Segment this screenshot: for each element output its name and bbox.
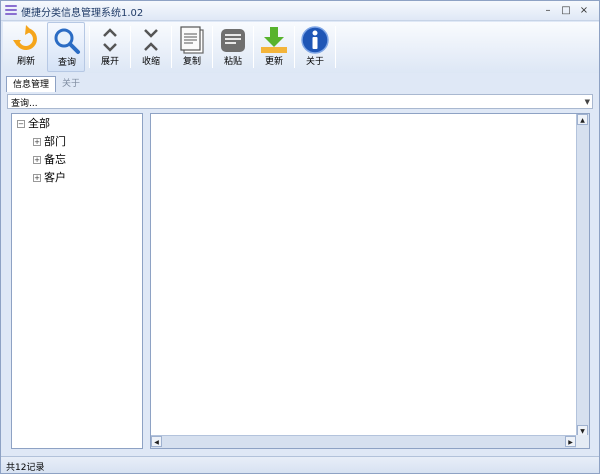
vertical-scrollbar[interactable]: ▲ ▼ bbox=[576, 114, 589, 436]
tree-node-customer[interactable]: + 客户 bbox=[33, 170, 66, 186]
tree-node-label: 部门 bbox=[44, 135, 66, 148]
window-title: 便捷分类信息管理系统1.02 bbox=[21, 8, 144, 19]
expand-button[interactable]: 展开 bbox=[91, 22, 129, 72]
scroll-left-icon[interactable]: ◀ bbox=[151, 436, 162, 447]
update-button[interactable]: 更新 bbox=[255, 22, 293, 72]
paste-label: 粘贴 bbox=[223, 57, 242, 67]
tree-node-label: 全部 bbox=[28, 117, 50, 130]
refresh-label: 刷新 bbox=[16, 57, 35, 67]
scrollbar-corner bbox=[576, 435, 589, 448]
copy-label: 复制 bbox=[182, 57, 201, 67]
tree-node-department[interactable]: + 部门 bbox=[33, 134, 66, 150]
scroll-right-icon[interactable]: ▶ bbox=[565, 436, 576, 447]
tree-node-label: 备忘 bbox=[44, 153, 66, 166]
expand-node-icon[interactable]: + bbox=[33, 138, 41, 146]
content-area[interactable]: ▲ ▼ ◀ ▶ bbox=[150, 113, 590, 449]
restore-button[interactable]: □ bbox=[557, 3, 575, 18]
tree-node-label: 客户 bbox=[44, 171, 66, 184]
category-tree[interactable]: − 全部 + 部门 + 备忘 + 客户 bbox=[11, 113, 143, 449]
dropdown-arrow-icon[interactable]: ▼ bbox=[585, 95, 590, 109]
about-button[interactable]: 关于 bbox=[296, 22, 334, 72]
collapse-icon bbox=[144, 29, 158, 51]
query-button[interactable]: 查询 bbox=[47, 22, 85, 72]
tab-about[interactable]: 关于 bbox=[56, 76, 86, 92]
query-label: 查询 bbox=[57, 58, 76, 68]
update-label: 更新 bbox=[264, 57, 283, 67]
minimize-button[interactable]: – bbox=[539, 3, 557, 18]
expand-node-icon[interactable]: + bbox=[33, 156, 41, 164]
title-bar[interactable]: 便捷分类信息管理系统1.02 – □ × bbox=[1, 1, 599, 21]
tab-strip: 信息管理 关于 bbox=[6, 76, 86, 92]
collapse-node-icon[interactable]: − bbox=[17, 120, 25, 128]
search-input[interactable]: 查询... bbox=[11, 96, 38, 109]
app-window: 便捷分类信息管理系统1.02 – □ × 刷新 查询 展开 收缩 复制 粘贴 更… bbox=[0, 0, 600, 474]
status-bar: 共12记录 bbox=[1, 456, 599, 473]
refresh-button[interactable]: 刷新 bbox=[7, 22, 45, 72]
expand-node-icon[interactable]: + bbox=[33, 174, 41, 182]
toolbar: 刷新 查询 展开 收缩 复制 粘贴 更新 关于 bbox=[3, 22, 599, 73]
app-icon bbox=[5, 5, 17, 17]
about-label: 关于 bbox=[305, 57, 324, 67]
expand-label: 展开 bbox=[100, 57, 119, 67]
tree-node-memo[interactable]: + 备忘 bbox=[33, 152, 66, 168]
search-icon bbox=[54, 28, 80, 54]
close-button[interactable]: × bbox=[575, 3, 593, 18]
info-icon bbox=[301, 26, 329, 54]
paste-button[interactable]: 粘贴 bbox=[214, 22, 252, 72]
search-dropdown[interactable]: 查询... ▼ bbox=[7, 94, 593, 109]
scroll-up-icon[interactable]: ▲ bbox=[577, 114, 588, 125]
paste-icon bbox=[221, 29, 245, 52]
download-icon bbox=[261, 27, 287, 53]
collapse-label: 收缩 bbox=[141, 57, 160, 67]
collapse-button[interactable]: 收缩 bbox=[132, 22, 170, 72]
record-count: 共12记录 bbox=[6, 463, 45, 473]
copy-icon bbox=[180, 26, 204, 54]
tab-info-management[interactable]: 信息管理 bbox=[6, 76, 57, 92]
refresh-icon bbox=[13, 25, 37, 50]
expand-icon bbox=[103, 28, 117, 52]
horizontal-scrollbar[interactable]: ◀ ▶ bbox=[151, 435, 576, 448]
tree-node-all[interactable]: − 全部 bbox=[17, 116, 50, 132]
copy-button[interactable]: 复制 bbox=[173, 22, 211, 72]
